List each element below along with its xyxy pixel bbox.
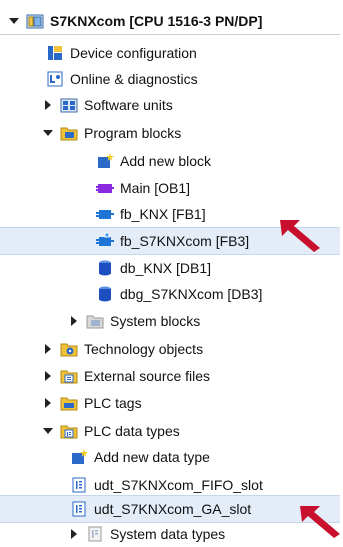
tree-item-add-new-data-type[interactable]: Add new data type <box>0 444 340 470</box>
triangle-right-icon[interactable] <box>42 99 54 111</box>
tree-item-system-blocks[interactable]: System blocks <box>0 308 340 334</box>
tree-item-plc-tags[interactable]: PLC tags <box>0 390 340 416</box>
tree-item-label: PLC data types <box>84 423 180 439</box>
plc-cpu-icon <box>26 12 44 30</box>
triangle-right-icon[interactable] <box>42 370 54 382</box>
tree-item-label: PLC tags <box>84 395 142 411</box>
tree-item-root[interactable]: S7KNXcom [CPU 1516-3 PN/DP] <box>0 8 340 35</box>
ob-block-icon <box>96 179 114 197</box>
triangle-right-icon[interactable] <box>68 528 80 540</box>
database-cylinder-icon <box>96 285 114 303</box>
program-blocks-folder-icon <box>60 124 78 142</box>
triangle-down-icon[interactable] <box>8 15 20 27</box>
fb-block-icon <box>96 205 114 223</box>
tree-item-label: System blocks <box>110 313 201 329</box>
project-tree: S7KNXcom [CPU 1516-3 PN/DP] Device confi… <box>0 0 343 545</box>
tree-item-label: db_KNX [DB1] <box>120 260 212 276</box>
triangle-right-icon[interactable] <box>68 315 80 327</box>
plc-tags-folder-icon <box>60 394 78 412</box>
tree-item-online-diagnostics[interactable]: Online & diagnostics <box>0 66 340 92</box>
tree-item-label: Add new block <box>120 153 212 169</box>
technology-objects-folder-icon <box>60 340 78 358</box>
tree-item-udt-ga-slot[interactable]: udt_S7KNXcom_GA_slot <box>0 495 340 523</box>
tree-item-system-data-types[interactable]: System data types <box>0 521 340 547</box>
database-cylinder-icon <box>96 259 114 277</box>
add-new-icon <box>70 448 88 466</box>
external-source-files-folder-icon <box>60 367 78 385</box>
data-type-icon <box>70 500 88 518</box>
tree-item-software-units[interactable]: Software units <box>0 92 340 118</box>
tree-item-add-new-block[interactable]: Add new block <box>0 148 340 174</box>
tree-item-dbg-s7knxcom[interactable]: dbg_S7KNXcom [DB3] <box>0 281 340 307</box>
tree-item-db-knx[interactable]: db_KNX [DB1] <box>0 255 340 281</box>
tree-item-label: Add new data type <box>94 449 210 465</box>
tree-item-label: fb_KNX [FB1] <box>120 206 206 222</box>
tree-item-external-source-files[interactable]: External source files <box>0 363 340 389</box>
online-diagnostics-icon <box>46 70 64 88</box>
tree-item-label: Program blocks <box>84 125 182 141</box>
triangle-right-icon[interactable] <box>42 343 54 355</box>
plc-data-types-folder-icon <box>60 422 78 440</box>
software-units-icon <box>60 96 78 114</box>
tree-item-label: Technology objects <box>84 341 204 357</box>
tree-item-label: Software units <box>84 97 173 113</box>
tree-item-label: Main [OB1] <box>120 180 191 196</box>
system-data-types-icon <box>86 525 104 543</box>
tree-item-root-label: S7KNXcom [CPU 1516-3 PN/DP] <box>50 13 263 29</box>
red-arrow-annotation-icon <box>300 506 340 538</box>
tree-item-label: dbg_S7KNXcom [DB3] <box>120 286 263 302</box>
triangle-right-icon[interactable] <box>42 397 54 409</box>
tree-item-label: udt_S7KNXcom_GA_slot <box>94 501 252 517</box>
fb-block-icon <box>96 232 114 250</box>
tree-item-label: fb_S7KNXcom [FB3] <box>120 233 250 249</box>
red-arrow-annotation-icon <box>280 220 320 252</box>
tree-item-label: Device configuration <box>70 45 197 61</box>
triangle-down-icon[interactable] <box>42 425 54 437</box>
tree-item-label: External source files <box>84 368 211 384</box>
tree-item-technology-objects[interactable]: Technology objects <box>0 336 340 362</box>
tree-item-label: Online & diagnostics <box>70 71 198 87</box>
device-configuration-icon <box>46 44 64 62</box>
add-new-block-icon <box>96 152 114 170</box>
data-type-icon <box>70 476 88 494</box>
tree-item-plc-data-types[interactable]: PLC data types <box>0 418 340 444</box>
tree-item-program-blocks[interactable]: Program blocks <box>0 120 340 146</box>
triangle-down-icon[interactable] <box>42 127 54 139</box>
tree-item-main-ob1[interactable]: Main [OB1] <box>0 175 340 201</box>
tree-item-label: System data types <box>110 526 226 542</box>
tree-item-device-configuration[interactable]: Device configuration <box>0 40 340 66</box>
system-blocks-folder-icon <box>86 312 104 330</box>
